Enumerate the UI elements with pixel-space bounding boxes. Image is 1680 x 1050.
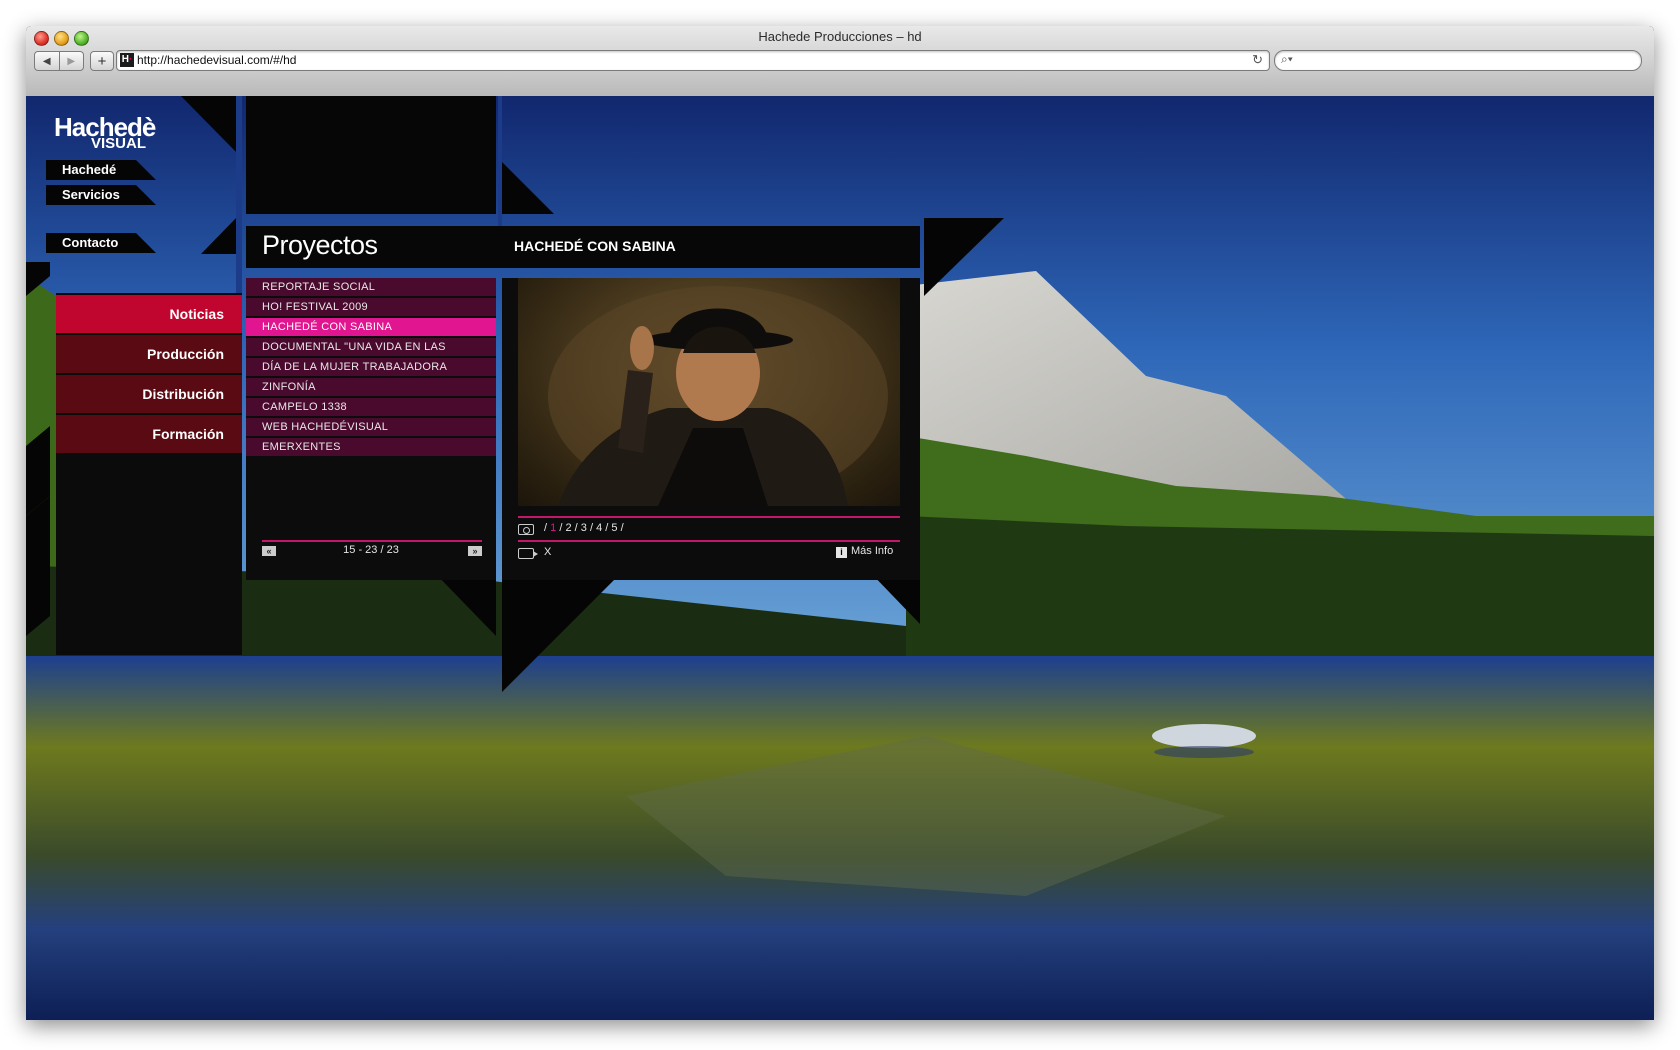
- nav-item-hachede[interactable]: Hachedé: [46, 160, 156, 180]
- photo-page-1[interactable]: 1: [550, 522, 556, 534]
- nav-item-contacto[interactable]: Contacto: [46, 233, 156, 253]
- category-distribucion[interactable]: Distribución: [56, 375, 242, 413]
- info-icon: i: [836, 547, 847, 558]
- double-chevron-left-icon: «: [266, 546, 272, 556]
- project-item[interactable]: CAMPELO 1338: [246, 398, 496, 416]
- plus-icon: +: [97, 52, 107, 70]
- camera-icon: [518, 524, 534, 535]
- page-separator: /: [620, 522, 624, 534]
- project-photo: [518, 278, 900, 506]
- reload-icon[interactable]: ↻: [1252, 52, 1263, 68]
- photo-page-2[interactable]: 2: [565, 522, 571, 534]
- project-item[interactable]: EMERXENTES: [246, 438, 496, 456]
- project-item[interactable]: DOCUMENTAL "UNA VIDA EN LAS: [246, 338, 496, 356]
- site-favicon-icon: H·: [120, 53, 134, 67]
- category-formacion[interactable]: Formación: [56, 415, 242, 453]
- search-field[interactable]: ⌕▾: [1274, 50, 1642, 71]
- add-bookmark-button[interactable]: +: [90, 51, 114, 71]
- project-item[interactable]: HO! FESTIVAL 2009: [246, 298, 496, 316]
- project-item[interactable]: REPORTAJE SOCIAL: [246, 278, 496, 296]
- category-sidebar: Noticias Producción Distribución Formaci…: [56, 293, 242, 655]
- video-divider: [518, 540, 900, 542]
- more-info-label: Más Info: [851, 545, 894, 557]
- site-logo[interactable]: Hachedè VISUAL: [54, 114, 156, 151]
- page-separator: /: [574, 522, 578, 534]
- video-pagination[interactable]: X: [544, 546, 551, 558]
- more-info-button[interactable]: i Más Info: [836, 545, 893, 558]
- photo-page-4[interactable]: 4: [596, 522, 602, 534]
- page-separator: /: [605, 522, 609, 534]
- media-panel: / 1 / 2 / 3 / 4 / 5 / X i Más Info: [502, 278, 920, 580]
- page-viewport: Hachedè VISUAL Hachedé Servicios Contact…: [26, 96, 1654, 1020]
- address-bar[interactable]: H· http://hachedevisual.com/#/hd ↻: [116, 50, 1270, 71]
- search-icon: ⌕▾: [1281, 52, 1293, 66]
- back-button[interactable]: ◀: [34, 51, 60, 71]
- vertical-divider-2: [498, 96, 502, 226]
- photo-pagination: / 1 / 2 / 3 / 4 / 5 /: [544, 522, 624, 534]
- project-title: HACHEDÉ CON SABINA: [514, 238, 676, 254]
- page-separator: /: [559, 522, 563, 534]
- page-separator: /: [544, 522, 548, 534]
- category-produccion[interactable]: Producción: [56, 335, 242, 373]
- project-item[interactable]: DÍA DE LA MUJER TRABAJADORA: [246, 358, 496, 376]
- pager-next-button[interactable]: »: [468, 546, 482, 556]
- browser-window: Hachede Producciones – hd ◀ ▶ + H· http:…: [26, 26, 1654, 1020]
- back-arrow-icon: ◀: [42, 55, 51, 67]
- url-text[interactable]: http://hachedevisual.com/#/hd: [137, 53, 296, 67]
- history-buttons: ◀ ▶: [34, 51, 84, 71]
- forward-arrow-icon: ▶: [67, 55, 76, 67]
- project-item[interactable]: WEB HACHEDÉVISUAL: [246, 418, 496, 436]
- section-title: Proyectos: [262, 230, 378, 260]
- portrait-image: [548, 286, 888, 506]
- project-list: REPORTAJE SOCIAL HO! FESTIVAL 2009 HACHE…: [246, 278, 496, 580]
- page-separator: /: [589, 522, 593, 534]
- titlebar: Hachede Producciones – hd ◀ ▶ + H· http:…: [26, 26, 1654, 97]
- video-camera-icon: [518, 548, 538, 559]
- photo-page-3[interactable]: 3: [581, 522, 587, 534]
- photo-divider: [518, 516, 900, 518]
- double-chevron-right-icon: »: [472, 546, 478, 556]
- pager-prev-button[interactable]: «: [262, 546, 276, 556]
- forward-button[interactable]: ▶: [59, 51, 84, 71]
- top-black-block: [246, 96, 496, 214]
- photo-page-5[interactable]: 5: [611, 522, 617, 534]
- project-item-active[interactable]: HACHEDÉ CON SABINA: [246, 318, 496, 336]
- project-item[interactable]: ZINFONÍA: [246, 378, 496, 396]
- nav-item-servicios[interactable]: Servicios: [46, 185, 156, 205]
- projects-header: Proyectos HACHEDÉ CON SABINA: [246, 226, 920, 268]
- list-divider: [262, 540, 482, 542]
- pager-count: 15 - 23 / 23: [343, 544, 399, 556]
- window-title: Hachede Producciones – hd: [758, 29, 922, 44]
- category-noticias[interactable]: Noticias: [56, 295, 242, 333]
